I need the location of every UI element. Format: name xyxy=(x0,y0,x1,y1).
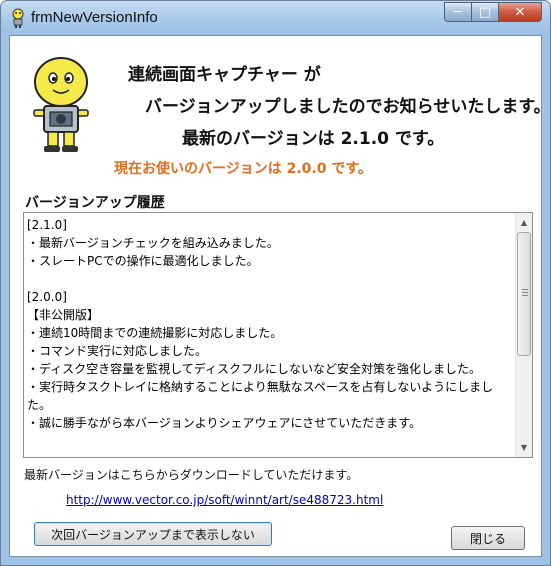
history-line: ・コマンド実行に対応しました。 xyxy=(27,344,208,358)
title-bar[interactable]: frmNewVersionInfo ─ □ ✕ xyxy=(1,1,550,35)
message-line-1: 連続画面キャプチャー が xyxy=(128,65,321,85)
history-textbox[interactable]: [2.1.0] ・最新バージョンチェックを組み込みました。 ・スレートPCでの操… xyxy=(23,212,533,458)
download-link[interactable]: http://www.vector.co.jp/soft/winnt/art/s… xyxy=(66,493,383,507)
download-text: 最新バージョンはこちらからダウンロードしていただけます。 xyxy=(24,468,359,482)
dialog-content: 連続画面キャプチャー が バージョンアップしましたのでお知らせいたします。 最新… xyxy=(9,35,550,557)
history-line: た。 xyxy=(27,398,52,412)
mascot-icon xyxy=(33,57,89,152)
history-line: 【非公開版】 xyxy=(27,308,100,322)
history-line: ・連続10時間までの連続撮影に対応しました。 xyxy=(27,326,283,340)
window-title: frmNewVersionInfo xyxy=(31,9,158,26)
history-line: ・実行時タスクトレイに格納することにより無駄なスペースを占有しないようにしまし xyxy=(27,380,494,394)
app-window: frmNewVersionInfo ─ □ ✕ 連続画面キャプチャー が バージ… xyxy=(0,0,551,566)
maximize-icon: □ xyxy=(478,4,492,20)
close-icon: ✕ xyxy=(514,4,526,20)
history-text[interactable]: [2.1.0] ・最新バージョンチェックを組み込みました。 ・スレートPCでの操… xyxy=(27,216,513,432)
current-version-text: 現在お使いのバージョンは 2.0.0 です。 xyxy=(114,161,372,177)
maximize-button[interactable]: □ xyxy=(471,2,498,22)
close-button[interactable]: 閉じる xyxy=(451,526,525,550)
minimize-button[interactable]: ─ xyxy=(444,2,471,22)
skip-until-next-version-button[interactable]: 次回バージョンアップまで表示しない xyxy=(34,522,272,546)
window-controls: ─ □ ✕ xyxy=(444,2,542,22)
history-line: [2.0.0] xyxy=(27,290,67,304)
history-line: ・最新バージョンチェックを組み込みました。 xyxy=(27,236,279,250)
history-line xyxy=(27,270,513,288)
minimize-icon: ─ xyxy=(454,4,462,20)
message-line-2: バージョンアップしましたのでお知らせいたします。 xyxy=(145,97,551,117)
grip-icon xyxy=(522,289,528,296)
scroll-up-icon[interactable]: ▲ xyxy=(516,214,532,231)
app-icon xyxy=(12,8,24,28)
history-line: ・スレートPCでの操作に最適化しました。 xyxy=(27,254,259,268)
history-scrollbar[interactable]: ▲ ▼ xyxy=(515,213,532,457)
history-label: バージョンアップ履歴 xyxy=(25,195,165,211)
history-line: ・誠に勝手ながら本バージョンよりシェアウェアにさせていただきます。 xyxy=(27,416,422,430)
scrollbar-thumb[interactable] xyxy=(517,232,531,356)
message-line-3: 最新のバージョンは 2.1.0 です。 xyxy=(182,129,445,149)
close-window-button[interactable]: ✕ xyxy=(498,2,542,22)
history-line: [2.1.0] xyxy=(27,218,67,232)
history-line: ・ディスク空き容量を監視してディスクフルにしないなど安全対策を強化しました。 xyxy=(27,362,481,376)
scroll-down-icon[interactable]: ▼ xyxy=(516,439,532,456)
